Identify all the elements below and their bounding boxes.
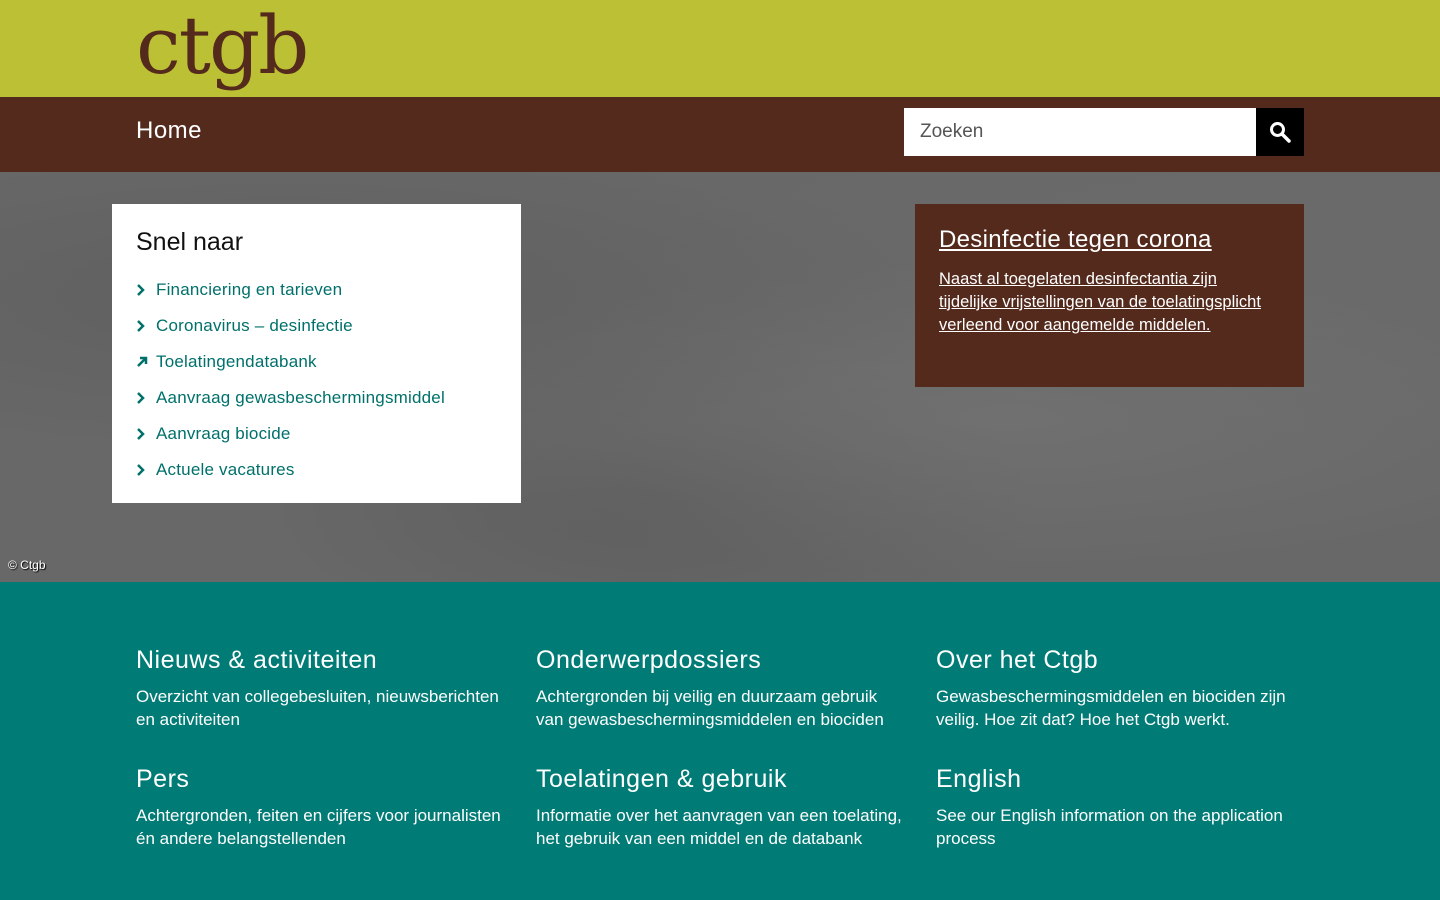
footer-block-toelatingen: Toelatingen & gebruik Informatie over he… <box>536 765 906 850</box>
hero-banner: Snel naar Financiering en tarieven Coron… <box>0 172 1440 582</box>
list-item[interactable]: Aanvraag gewasbeschermingsmiddel <box>136 380 497 416</box>
search-button[interactable] <box>1256 108 1304 156</box>
footer-description: See our English information on the appli… <box>936 806 1283 848</box>
footer-heading: Pers <box>136 765 506 794</box>
footer-link-over-ctgb[interactable]: Over het Ctgb <box>936 646 1098 674</box>
snel-link-aanvraag-gewasbescherming[interactable]: Aanvraag gewasbeschermingsmiddel <box>156 388 445 408</box>
footer-heading: Nieuws & activiteiten <box>136 646 506 675</box>
external-link-arrow-icon <box>136 352 156 372</box>
snel-naar-list: Financiering en tarieven Coronavirus – d… <box>136 272 497 488</box>
footer-block-onderwerpdossiers: Onderwerpdossiers Achtergronden bij veil… <box>536 646 906 731</box>
snel-link-aanvraag-biocide[interactable]: Aanvraag biocide <box>156 424 291 444</box>
footer-link-english[interactable]: English <box>936 765 1022 793</box>
footer-block-pers: Pers Achtergronden, feiten en cijfers vo… <box>136 765 506 850</box>
footer-heading: Onderwerpdossiers <box>536 646 906 675</box>
chevron-right-icon <box>136 280 156 300</box>
footer-link-toelatingen[interactable]: Toelatingen & gebruik <box>536 765 787 793</box>
footer-link-nieuws[interactable]: Nieuws & activiteiten <box>136 646 377 674</box>
corona-title-link[interactable]: Desinfectie tegen corona <box>939 226 1280 254</box>
list-item[interactable]: Aanvraag biocide <box>136 416 497 452</box>
snel-link-coronavirus[interactable]: Coronavirus – desinfectie <box>156 316 353 336</box>
list-item[interactable]: Financiering en tarieven <box>136 272 497 308</box>
main-navigation: Home <box>0 97 1440 172</box>
footer-block-over-ctgb: Over het Ctgb Gewasbeschermingsmiddelen … <box>936 646 1306 731</box>
nav-home-link[interactable]: Home <box>136 117 202 145</box>
footer-description: Achtergronden, feiten en cijfers voor jo… <box>136 806 501 848</box>
footer-heading: Toelatingen & gebruik <box>536 765 906 794</box>
footer-link-onderwerpdossiers[interactable]: Onderwerpdossiers <box>536 646 761 674</box>
footer-description: Overzicht van collegebesluiten, nieuwsbe… <box>136 687 499 729</box>
footer-block-english: English See our English information on t… <box>936 765 1306 850</box>
footer-description: Gewasbeschermingsmiddelen en biociden zi… <box>936 687 1286 729</box>
ctgb-logo[interactable]: ctgb <box>136 0 309 92</box>
snel-naar-title: Snel naar <box>136 228 244 256</box>
corona-text-link[interactable]: Naast al toegelaten desinfectantia zijn … <box>939 268 1280 337</box>
search-input[interactable] <box>904 108 1256 156</box>
chevron-right-icon <box>136 424 156 444</box>
footer-link-pers[interactable]: Pers <box>136 765 189 793</box>
snel-link-financiering[interactable]: Financiering en tarieven <box>156 280 342 300</box>
snel-link-vacatures[interactable]: Actuele vacatures <box>156 460 295 480</box>
footer-description: Achtergronden bij veilig en duurzaam geb… <box>536 687 884 729</box>
list-item[interactable]: Actuele vacatures <box>136 452 497 488</box>
chevron-right-icon <box>136 460 156 480</box>
image-copyright: © Ctgb <box>8 558 46 572</box>
footer-description: Informatie over het aanvragen van een to… <box>536 806 902 848</box>
search-icon <box>1270 122 1291 143</box>
snel-link-toelatingendatabank[interactable]: Toelatingendatabank <box>156 352 317 372</box>
header-bar: ctgb <box>0 0 1440 97</box>
snel-naar-card: Snel naar Financiering en tarieven Coron… <box>112 204 521 503</box>
footer-heading: English <box>936 765 1306 794</box>
footer-section: Nieuws & activiteiten Overzicht van coll… <box>0 582 1440 900</box>
footer-block-nieuws: Nieuws & activiteiten Overzicht van coll… <box>136 646 506 731</box>
footer-heading: Over het Ctgb <box>936 646 1306 675</box>
chevron-right-icon <box>136 388 156 408</box>
list-item[interactable]: Toelatingendatabank <box>136 344 497 380</box>
chevron-right-icon <box>136 316 156 336</box>
list-item[interactable]: Coronavirus – desinfectie <box>136 308 497 344</box>
corona-card: Desinfectie tegen corona Naast al toegel… <box>915 204 1304 387</box>
